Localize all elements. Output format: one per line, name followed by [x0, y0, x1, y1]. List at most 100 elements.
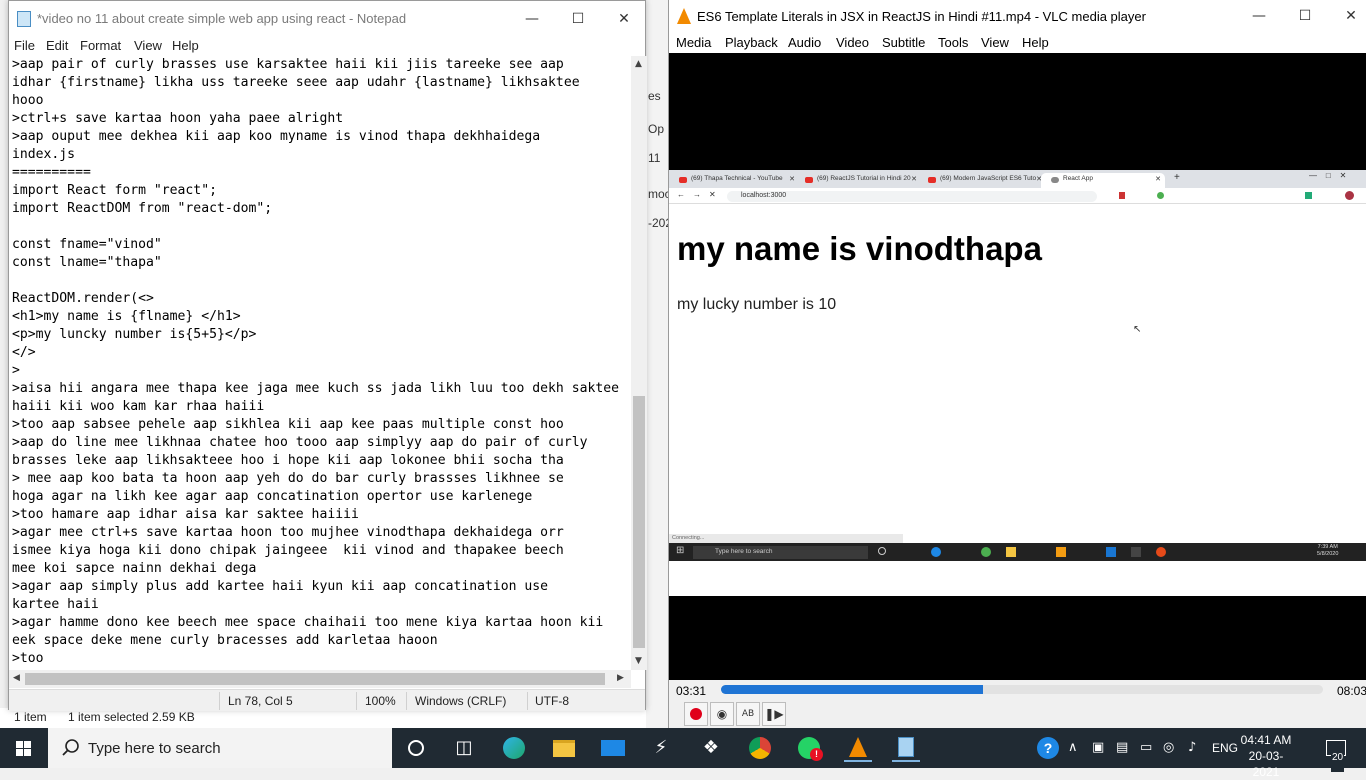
horizontal-scrollbar[interactable]: ◀ ▶ [9, 670, 631, 688]
vlc-menu-video[interactable]: Video [836, 35, 869, 50]
vlc-menu-audio[interactable]: Audio [788, 35, 821, 50]
browser-tab: (69) ReactJS Tutorial in Hindi 20 ✕ [795, 173, 917, 188]
explorer-status-bar: 1 item 1 item selected 2.59 KB [0, 708, 646, 728]
language-indicator[interactable]: ENG [1212, 741, 1238, 755]
zoom-level: 100% [365, 694, 396, 708]
mail-icon[interactable] [599, 734, 627, 762]
help-icon[interactable]: ? [1034, 734, 1062, 762]
task-view-icon[interactable]: ◫ [450, 734, 478, 762]
network-icon[interactable]: ◎ [1163, 740, 1174, 755]
vlc-menu-playback[interactable]: Playback [725, 35, 778, 50]
winamp-icon[interactable]: ⚡ [647, 734, 675, 762]
menu-edit[interactable]: Edit [46, 38, 68, 53]
taskbar-clock[interactable]: 04:41 AM 20-03-2021 [1238, 732, 1294, 780]
tray-app-icon[interactable]: ▤ [1116, 740, 1128, 755]
new-tab-icon: + [1174, 172, 1180, 183]
file-explorer-icon[interactable] [550, 734, 578, 762]
meet-now-icon[interactable]: ▣ [1092, 740, 1104, 755]
battery-icon[interactable]: ▭ [1140, 740, 1152, 755]
chrome-icon[interactable] [746, 734, 774, 762]
record-button[interactable] [684, 702, 708, 726]
notepad-taskbar-icon[interactable] [892, 734, 920, 762]
vlc-menu-help[interactable]: Help [1022, 35, 1049, 50]
vertical-scroll-thumb[interactable] [633, 396, 645, 648]
camera-icon: ◉ [716, 707, 728, 721]
scroll-right-icon[interactable]: ▶ [617, 673, 624, 683]
total-time: 08:03 [1337, 684, 1366, 698]
cortana-icon[interactable] [402, 734, 430, 762]
vlc-menu-tools[interactable]: Tools [938, 35, 968, 50]
start-button[interactable] [0, 728, 48, 768]
notepad-content[interactable]: >aap pair of curly brasses use karsaktee… [12, 56, 619, 668]
browser-url: localhost:3000 [727, 191, 1097, 202]
scroll-down-icon[interactable]: ▼ [635, 656, 642, 666]
vlc-maximize-button[interactable]: ☐ [1282, 0, 1328, 34]
explorer-fragment: es [648, 89, 661, 103]
browser-tab-active: React App ✕ [1041, 173, 1165, 188]
clock-date: 20-03-2021 [1248, 749, 1284, 779]
dropbox-icon[interactable]: ❖ [697, 734, 725, 762]
extension-icon [1305, 192, 1312, 199]
notepad-status-bar: Ln 78, Col 5 100% Windows (CRLF) UTF-8 [9, 689, 645, 711]
notepad-text-area[interactable]: >aap pair of curly brasses use karsaktee… [9, 56, 631, 670]
video-windows-taskbar: ⊞ Type here to search 7:39 AM 5/8/2020 [669, 543, 1366, 561]
seek-bar[interactable] [721, 685, 1323, 694]
vertical-scrollbar[interactable]: ▲ ▼ [631, 56, 647, 670]
scroll-up-icon[interactable]: ▲ [635, 59, 642, 69]
notepad-titlebar[interactable]: *video no 11 about create simple web app… [9, 1, 645, 37]
minimize-button[interactable]: — [509, 1, 555, 37]
vlc-minimize-button[interactable]: — [1236, 0, 1282, 34]
taskbar-search-box[interactable]: Type here to search [48, 728, 392, 768]
windows-logo-icon [16, 741, 31, 756]
profile-avatar [1345, 191, 1354, 200]
whatsapp-icon[interactable]: ! [795, 734, 823, 762]
menu-view[interactable]: View [134, 38, 162, 53]
stop-icon: ✕ [709, 190, 716, 199]
frame-step-button[interactable]: ❚▶ [762, 702, 786, 726]
explorer-window-edge [646, 0, 668, 728]
edge-icon[interactable] [500, 734, 528, 762]
video-clock: 7:39 AM 5/8/2020 [1317, 544, 1339, 557]
vlc-menu-media[interactable]: Media [676, 35, 711, 50]
mouse-cursor-icon: ↖ [1133, 324, 1142, 335]
menu-format[interactable]: Format [80, 38, 121, 53]
page-paragraph: my lucky number is 10 [677, 296, 837, 313]
vlc-close-button[interactable]: ✕ [1328, 0, 1366, 34]
chevron-up-icon[interactable]: ∧ [1068, 740, 1078, 755]
extension-icon [1119, 192, 1125, 199]
notepad-menubar: File Edit Format View Help [9, 37, 645, 55]
notepad-window: *video no 11 about create simple web app… [8, 0, 647, 711]
video-area[interactable]: (69) Thapa Technical - YouTube ✕ (69) Rea… [669, 53, 1366, 680]
explorer-item-count: 1 item [14, 710, 47, 724]
vlc-menu-subtitle[interactable]: Subtitle [882, 35, 925, 50]
video-taskbar-search: Type here to search [693, 546, 868, 559]
vlc-titlebar[interactable]: ES6 Template Literals in JSX in ReactJS … [669, 0, 1366, 33]
page-heading: my name is vinodthapa [677, 230, 1042, 267]
maximize-button[interactable]: ☐ [555, 1, 601, 37]
cursor-position: Ln 78, Col 5 [228, 694, 293, 708]
encoding: UTF-8 [535, 694, 569, 708]
explorer-fragment: 11 [648, 151, 661, 165]
snapshot-button[interactable]: ◉ [710, 702, 734, 726]
vlc-menu-view[interactable]: View [981, 35, 1009, 50]
seek-bar-fill [721, 685, 983, 694]
action-center-icon[interactable]: 20 [1322, 734, 1350, 772]
browser-tab: (69) Thapa Technical - YouTube ✕ [669, 173, 795, 188]
clock-time: 04:41 AM [1240, 733, 1292, 747]
browser-tab-strip: (69) Thapa Technical - YouTube ✕ (69) Rea… [669, 170, 1366, 188]
vlc-taskbar-icon[interactable] [844, 734, 872, 762]
video-folder-icon [1006, 547, 1016, 557]
volume-icon[interactable]: ♪ [1188, 740, 1196, 755]
close-button[interactable]: ✕ [601, 1, 647, 37]
frame-step-icon: ❚▶ [764, 707, 784, 721]
scroll-left-icon[interactable]: ◀ [13, 673, 20, 683]
menu-file[interactable]: File [14, 38, 35, 53]
menu-help[interactable]: Help [172, 38, 199, 53]
browser-address-bar: ← → ✕ localhost:3000 [669, 188, 1366, 204]
browser-window-controls: — □ ✕ [1309, 171, 1347, 180]
loop-ab-button[interactable]: AB [736, 702, 760, 726]
horizontal-scroll-thumb[interactable] [25, 673, 605, 685]
video-powerpoint-icon [1156, 547, 1166, 557]
video-start-icon: ⊞ [676, 545, 685, 556]
video-vscode-icon [1106, 547, 1116, 557]
